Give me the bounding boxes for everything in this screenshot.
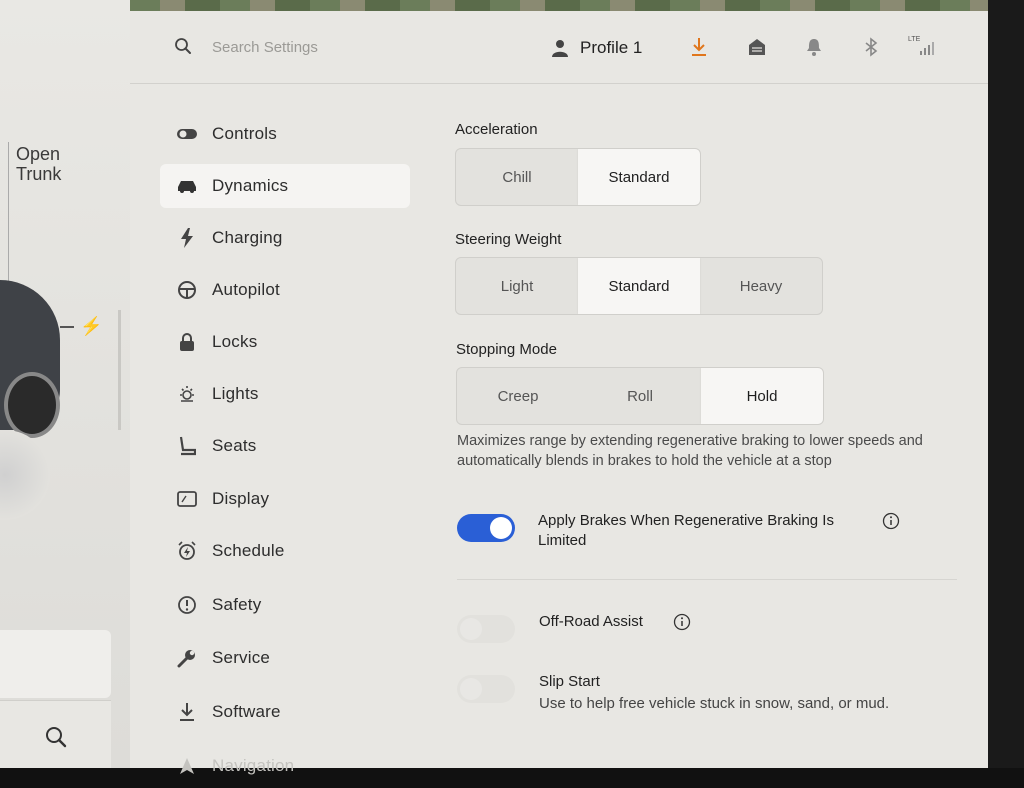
apply-brakes-label-line2: Limited: [538, 532, 587, 549]
settings-header: Profile 1 LTE: [130, 11, 988, 84]
car-pane-search-button[interactable]: [0, 700, 111, 768]
sidebar-item-safety[interactable]: Safety: [160, 583, 410, 627]
profile-label: Profile 1: [580, 38, 643, 57]
display-icon: [176, 488, 198, 510]
screen-bezel: [988, 0, 1024, 768]
stopping-mode-title: Stopping Mode: [456, 341, 557, 358]
car-reflection: [0, 430, 50, 520]
sidebar-item-lights[interactable]: Lights: [160, 372, 410, 416]
toggle-knob: [490, 517, 512, 539]
toggle-icon: [176, 123, 198, 145]
stopping-mode-description: Maximizes range by extending regenerativ…: [457, 433, 923, 469]
stopping-mode-selector: Creep Roll Hold: [456, 367, 824, 425]
slip-start-label: Slip Start: [539, 673, 600, 690]
slip-start-toggle[interactable]: [457, 675, 515, 703]
stopping-option-hold[interactable]: Hold: [701, 368, 823, 424]
schedule-icon: [176, 540, 198, 562]
sidebar-item-label: Software: [212, 702, 281, 721]
stopping-option-roll[interactable]: Roll: [579, 368, 701, 424]
trunk-indicator-line: [8, 142, 9, 282]
sidebar-item-label: Service: [212, 648, 271, 667]
sidebar-item-autopilot[interactable]: Autopilot: [160, 268, 410, 312]
sidebar-item-label: Navigation: [212, 756, 295, 775]
toggle-knob: [460, 618, 482, 640]
sidebar-item-software[interactable]: Software: [160, 690, 410, 734]
slip-start-description: Use to help free vehicle stuck in snow, …: [539, 695, 890, 712]
toggle-knob: [460, 678, 482, 700]
bolt-icon: [176, 227, 198, 249]
search-icon[interactable]: [174, 37, 192, 55]
info-icon[interactable]: [673, 613, 691, 631]
signal-strength-icon: [920, 42, 934, 55]
acceleration-option-chill[interactable]: Chill: [456, 149, 578, 205]
sidebar-item-dynamics[interactable]: Dynamics: [160, 164, 410, 208]
sidebar-item-service[interactable]: Service: [160, 636, 410, 680]
car-pane-scrollbar: [118, 310, 121, 430]
steering-option-standard[interactable]: Standard: [578, 258, 700, 314]
acceleration-selector: Chill Standard: [455, 148, 701, 206]
info-icon[interactable]: [882, 512, 900, 530]
steering-weight-selector: Light Standard Heavy: [455, 257, 823, 315]
sidebar-item-label: Display: [212, 489, 270, 508]
safety-icon: [176, 594, 198, 616]
map-background: [130, 0, 1000, 11]
car-wheel: [4, 372, 60, 438]
garage-icon[interactable]: [747, 37, 767, 57]
off-road-assist-label: Off-Road Assist: [539, 613, 643, 630]
off-road-assist-toggle[interactable]: [457, 615, 515, 643]
steering-option-heavy[interactable]: Heavy: [700, 258, 822, 314]
charge-port-bolt-icon[interactable]: ⚡: [80, 316, 102, 337]
seat-icon: [176, 435, 198, 457]
steering-weight-title: Steering Weight: [455, 231, 562, 248]
search-settings-input[interactable]: [212, 33, 472, 61]
stopping-option-creep[interactable]: Creep: [457, 368, 579, 424]
sidebar-item-controls[interactable]: Controls: [160, 112, 410, 156]
download-icon: [176, 701, 198, 723]
open-trunk-label-line2: Trunk: [16, 164, 62, 184]
sidebar-item-locks[interactable]: Locks: [160, 320, 410, 364]
user-icon: [552, 40, 568, 57]
sidebar-item-label: Lights: [212, 384, 259, 403]
download-icon[interactable]: [690, 37, 708, 57]
sidebar-item-label: Dynamics: [212, 176, 289, 195]
sidebar-item-label: Locks: [212, 332, 258, 351]
light-icon: [176, 383, 198, 405]
apply-brakes-toggle[interactable]: [457, 514, 515, 542]
sidebar-item-label: Autopilot: [212, 280, 280, 299]
bluetooth-icon[interactable]: [864, 37, 878, 57]
lock-icon: [176, 331, 198, 353]
sidebar-item-label: Charging: [212, 228, 283, 247]
apply-brakes-label-line1: Apply Brakes When Regenerative Braking I…: [538, 512, 834, 529]
charge-port-line: [60, 326, 74, 328]
sidebar-item-schedule[interactable]: Schedule: [160, 529, 410, 573]
apply-brakes-label: Apply Brakes When Regenerative Braking I…: [538, 511, 834, 551]
open-trunk-label-line1: Open: [16, 144, 61, 164]
car-pane-card: [0, 630, 111, 698]
sidebar-item-display[interactable]: Display: [160, 477, 410, 521]
sidebar-item-navigation[interactable]: Navigation: [160, 744, 410, 788]
steering-wheel-icon: [176, 279, 198, 301]
sidebar-item-seats[interactable]: Seats: [160, 424, 410, 468]
sidebar-item-label: Safety: [212, 595, 262, 614]
car-icon: [176, 175, 198, 197]
acceleration-option-standard[interactable]: Standard: [578, 149, 700, 205]
steering-option-light[interactable]: Light: [456, 258, 578, 314]
sidebar-item-charging[interactable]: Charging: [160, 216, 410, 260]
settings-panel: Profile 1 LTE: [130, 11, 988, 775]
profile-button[interactable]: Profile 1: [552, 35, 642, 61]
wrench-icon: [176, 647, 198, 669]
search-icon: [46, 727, 67, 748]
acceleration-title: Acceleration: [455, 121, 538, 138]
navigation-icon: [176, 755, 198, 777]
bell-icon[interactable]: [805, 37, 823, 57]
sidebar-item-label: Schedule: [212, 541, 285, 560]
lte-label: LTE: [908, 36, 921, 43]
sidebar-item-label: Controls: [212, 124, 277, 143]
car-view-pane: Open Trunk ⚡: [0, 0, 130, 768]
sidebar-item-label: Seats: [212, 436, 257, 455]
open-trunk-button[interactable]: Open Trunk: [16, 144, 61, 184]
section-divider: [457, 579, 957, 580]
